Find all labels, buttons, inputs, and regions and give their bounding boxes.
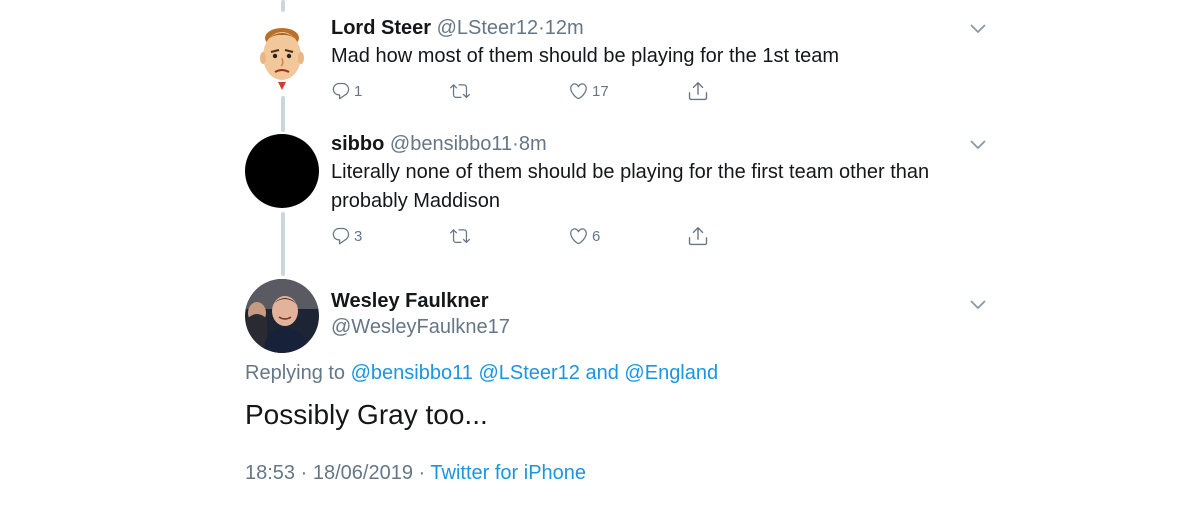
- thread-line-2: [281, 212, 285, 276]
- tweet-text: Literally none of them should be playing…: [331, 158, 991, 216]
- display-name[interactable]: Lord Steer: [331, 17, 431, 39]
- separator-dot: ·: [512, 133, 519, 155]
- reply-icon: [332, 82, 350, 100]
- mention-link[interactable]: @England: [624, 362, 718, 384]
- tweet-text-line: probably Maddison: [331, 190, 500, 212]
- reply-count: 3: [354, 227, 363, 245]
- tweet-time[interactable]: 12m: [545, 17, 584, 39]
- separator-dot: ·: [300, 462, 308, 484]
- user-handle[interactable]: @WesleyFaulkne17: [331, 316, 510, 339]
- retweet-icon: [450, 229, 470, 244]
- like-count: 17: [592, 82, 609, 100]
- replying-to: Replying to @bensibbo11 @LSteer12 and @E…: [245, 362, 718, 385]
- tweet-date[interactable]: 18/06/2019: [313, 462, 413, 484]
- chevron-down-icon[interactable]: [969, 22, 987, 34]
- reply-icon: [332, 227, 350, 245]
- profile-photo-image: [245, 279, 319, 353]
- tweet-text: Mad how most of them should be playing f…: [331, 45, 840, 67]
- like-count: 6: [592, 227, 601, 245]
- tweet-header: sibbo @bensibbo11·8m: [331, 132, 547, 156]
- retweet-icon: [450, 84, 470, 99]
- chevron-down-icon[interactable]: [969, 138, 987, 150]
- share-button[interactable]: [687, 225, 709, 247]
- share-button[interactable]: [687, 80, 709, 102]
- display-name[interactable]: sibbo: [331, 133, 384, 155]
- replying-prefix: Replying to: [245, 362, 346, 384]
- reply-button[interactable]: 3: [331, 226, 362, 246]
- thread-line-1: [281, 96, 285, 132]
- like-icon: [570, 228, 587, 245]
- replying-and: and: [585, 362, 619, 384]
- tweet-time[interactable]: 18:53: [245, 462, 295, 484]
- chevron-down-icon[interactable]: [969, 298, 987, 310]
- avatar[interactable]: [245, 134, 319, 208]
- tweet-meta: 18:53 · 18/06/2019 · Twitter for iPhone: [245, 462, 586, 485]
- display-name[interactable]: Wesley Faulkner: [331, 290, 488, 313]
- tweet-text-line: Literally none of them should be playing…: [331, 161, 930, 183]
- mention-link[interactable]: @LSteer12: [478, 362, 579, 384]
- tweet-time[interactable]: 8m: [519, 133, 547, 155]
- like-icon: [570, 83, 587, 100]
- share-icon: [688, 82, 708, 101]
- like-button[interactable]: 17: [568, 81, 609, 101]
- tweet-source[interactable]: Twitter for iPhone: [430, 462, 586, 484]
- separator-dot: ·: [538, 17, 545, 39]
- mii-avatar-image: [245, 18, 319, 92]
- thread-line-top: [281, 0, 285, 12]
- separator-dot: ·: [418, 462, 426, 484]
- share-icon: [688, 227, 708, 246]
- tweet-thread: Lord Steer @LSteer12·12m Mad how most of…: [0, 0, 1200, 506]
- retweet-button[interactable]: [449, 226, 471, 246]
- reply-count: 1: [354, 82, 363, 100]
- retweet-button[interactable]: [449, 81, 471, 101]
- tweet-header: Lord Steer @LSteer12·12m: [331, 16, 584, 40]
- user-handle[interactable]: @LSteer12: [437, 17, 538, 39]
- avatar[interactable]: [245, 279, 319, 353]
- tweet-text: Possibly Gray too...: [245, 399, 488, 430]
- mention-link[interactable]: @bensibbo11: [351, 362, 473, 384]
- reply-button[interactable]: 1: [331, 81, 362, 101]
- avatar[interactable]: [245, 18, 319, 92]
- user-handle[interactable]: @bensibbo11: [390, 133, 512, 155]
- like-button[interactable]: 6: [568, 226, 600, 246]
